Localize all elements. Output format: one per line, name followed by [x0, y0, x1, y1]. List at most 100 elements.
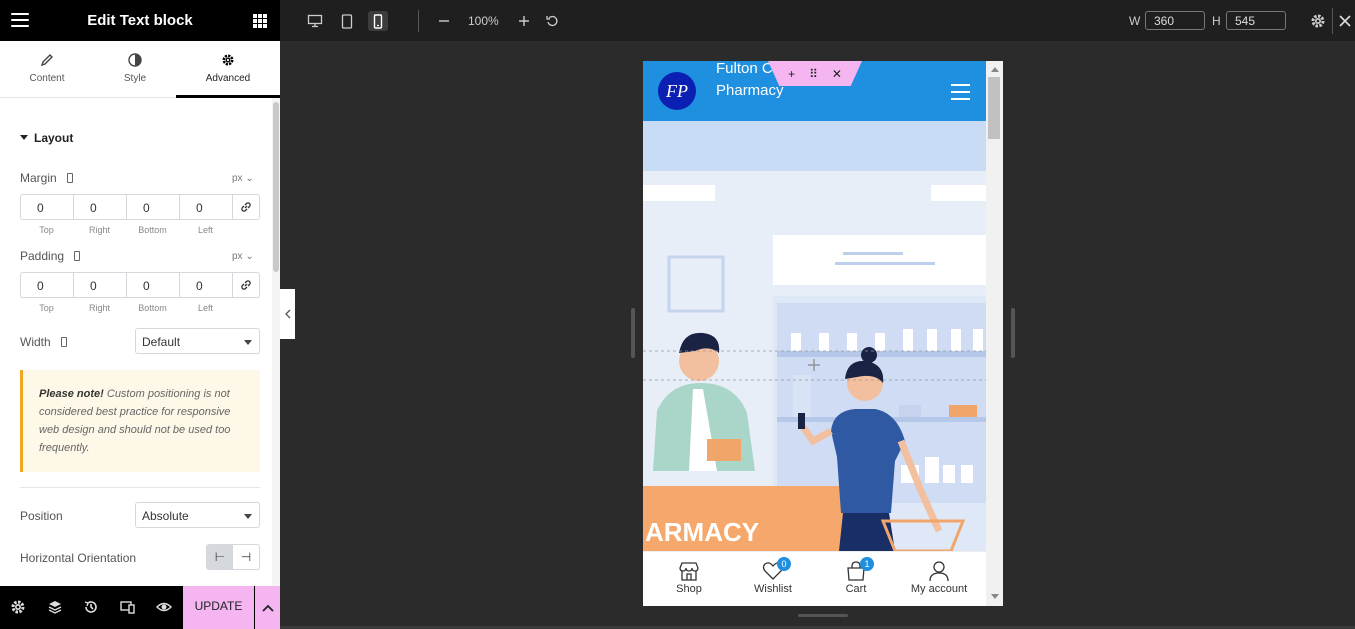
gear-icon	[176, 53, 280, 69]
mobile-bottom-nav: Shop Wishlist 0 Cart 1 My account	[643, 551, 986, 606]
resize-handle-bottom[interactable]	[798, 614, 848, 617]
width-label-text: Width	[20, 335, 51, 349]
scroll-down-icon[interactable]	[991, 594, 999, 599]
editor-panel: Edit Text block Content Style Advanced L…	[0, 0, 280, 629]
dropdown-arrow-icon	[244, 340, 252, 345]
link-icon[interactable]	[233, 195, 259, 219]
padding-top-input[interactable]: 0	[21, 273, 74, 297]
section-layout[interactable]: Layout	[20, 131, 73, 145]
width-field[interactable]: 360	[1145, 11, 1205, 30]
preview-eye-icon[interactable]	[156, 599, 172, 615]
padding-unit-text: px	[232, 251, 243, 262]
settings-icon[interactable]	[10, 599, 26, 615]
add-icon[interactable]: +	[788, 67, 795, 81]
mobile-device-icon[interactable]	[60, 337, 67, 347]
tab-content[interactable]: Content	[2, 41, 92, 98]
padding-label: Padding	[20, 249, 81, 263]
panel-scrollbar[interactable]	[272, 98, 280, 586]
scroll-up-icon[interactable]	[991, 67, 999, 72]
height-field[interactable]: 545	[1226, 11, 1286, 30]
hero-text: ARMACY	[645, 517, 759, 547]
remove-icon[interactable]: ✕	[832, 67, 842, 81]
user-icon	[929, 561, 949, 581]
margin-top-input[interactable]: 0	[21, 195, 74, 219]
horizontal-orientation-toggle: ⊢ ⊣	[206, 544, 260, 570]
wishlist-count-badge: 0	[777, 557, 791, 571]
settings-gear-icon[interactable]	[1308, 11, 1328, 31]
padding-bottom-input[interactable]: 0	[127, 273, 180, 297]
padding-right-input[interactable]: 0	[74, 273, 127, 297]
mobile-menu-icon[interactable]	[951, 84, 970, 100]
note-strong: Please note!	[39, 388, 104, 400]
resize-handle-left[interactable]	[631, 308, 635, 358]
cart-count-badge: 1	[860, 557, 874, 571]
width-label: Width	[20, 335, 67, 349]
close-icon[interactable]	[1335, 11, 1355, 31]
width-field-label: W	[1129, 14, 1141, 28]
margin-right-input[interactable]: 0	[74, 195, 127, 219]
horizontal-orientation-label: Horizontal Orientation	[20, 551, 137, 565]
width-select[interactable]: Default	[135, 328, 260, 354]
margin-bottom-input[interactable]: 0	[127, 195, 180, 219]
history-icon[interactable]	[83, 599, 99, 615]
align-end-icon[interactable]: ⊣	[233, 545, 259, 569]
desktop-icon[interactable]	[305, 11, 325, 31]
zoom-in-icon[interactable]	[514, 11, 534, 31]
store-icon	[679, 562, 699, 581]
side-label-top: Top	[39, 303, 54, 313]
margin-fields: 0 0 0 0	[20, 194, 260, 220]
side-label-right: Right	[88, 303, 110, 313]
nav-wishlist-label: Wishlist	[754, 583, 792, 595]
preview-scrollbar-thumb[interactable]	[988, 77, 1000, 139]
padding-label-text: Padding	[20, 249, 65, 263]
width-select-value: Default	[142, 335, 181, 349]
tab-style[interactable]: Style	[90, 41, 180, 98]
reset-zoom-icon[interactable]	[542, 11, 562, 31]
tablet-icon[interactable]	[337, 11, 357, 31]
padding-left-input[interactable]: 0	[180, 273, 233, 297]
pencil-icon	[2, 53, 92, 69]
nav-wishlist[interactable]: Wishlist 0	[730, 552, 816, 606]
zoom-level: 100%	[468, 14, 499, 28]
position-select[interactable]: Absolute	[135, 502, 260, 528]
side-label-bottom: Bottom	[138, 225, 167, 235]
mobile-icon[interactable]	[368, 11, 388, 31]
scrollbar-thumb[interactable]	[273, 102, 279, 272]
drag-handle-icon[interactable]: ⠿	[809, 67, 818, 81]
widgets-grid-icon[interactable]	[253, 14, 267, 28]
toolbar-separator	[418, 10, 419, 32]
zoom-out-icon[interactable]	[434, 11, 454, 31]
chevron-up-icon[interactable]	[255, 586, 280, 629]
mobile-device-icon[interactable]	[74, 251, 81, 261]
nav-shop[interactable]: Shop	[646, 552, 732, 606]
panel-header: Edit Text block	[0, 0, 280, 41]
layers-icon[interactable]	[47, 599, 63, 615]
resize-handle-right[interactable]	[1011, 308, 1015, 358]
preview-scrollbar[interactable]	[986, 61, 1003, 606]
responsive-mode-icon[interactable]	[120, 599, 136, 615]
panel-footer: UPDATE	[0, 586, 280, 629]
margin-unit[interactable]: px ⌄	[232, 173, 254, 184]
nav-cart-label: Cart	[845, 583, 867, 595]
collapse-panel-button[interactable]	[280, 289, 295, 339]
nav-cart[interactable]: Cart 1	[813, 552, 899, 606]
height-field-label: H	[1212, 14, 1221, 28]
side-label-left: Left	[197, 303, 213, 313]
nav-my-account[interactable]: My account	[896, 552, 982, 606]
link-icon[interactable]	[233, 273, 259, 297]
padding-unit[interactable]: px ⌄	[232, 251, 254, 262]
align-start-icon[interactable]: ⊢	[207, 545, 233, 569]
margin-unit-text: px	[232, 173, 243, 184]
side-label-top: Top	[39, 225, 54, 235]
side-label-left: Left	[197, 225, 213, 235]
section-layout-label: Layout	[34, 131, 74, 145]
side-label-right: Right	[88, 225, 110, 235]
tab-style-label: Style	[123, 73, 147, 84]
site-logo[interactable]: FP	[658, 72, 696, 110]
side-label-bottom: Bottom	[138, 303, 167, 313]
update-button[interactable]: UPDATE	[183, 586, 254, 629]
mobile-device-icon[interactable]	[66, 173, 73, 183]
tab-advanced[interactable]: Advanced	[176, 41, 280, 98]
padding-side-labels: Top Right Bottom Left	[20, 303, 232, 313]
margin-left-input[interactable]: 0	[180, 195, 233, 219]
